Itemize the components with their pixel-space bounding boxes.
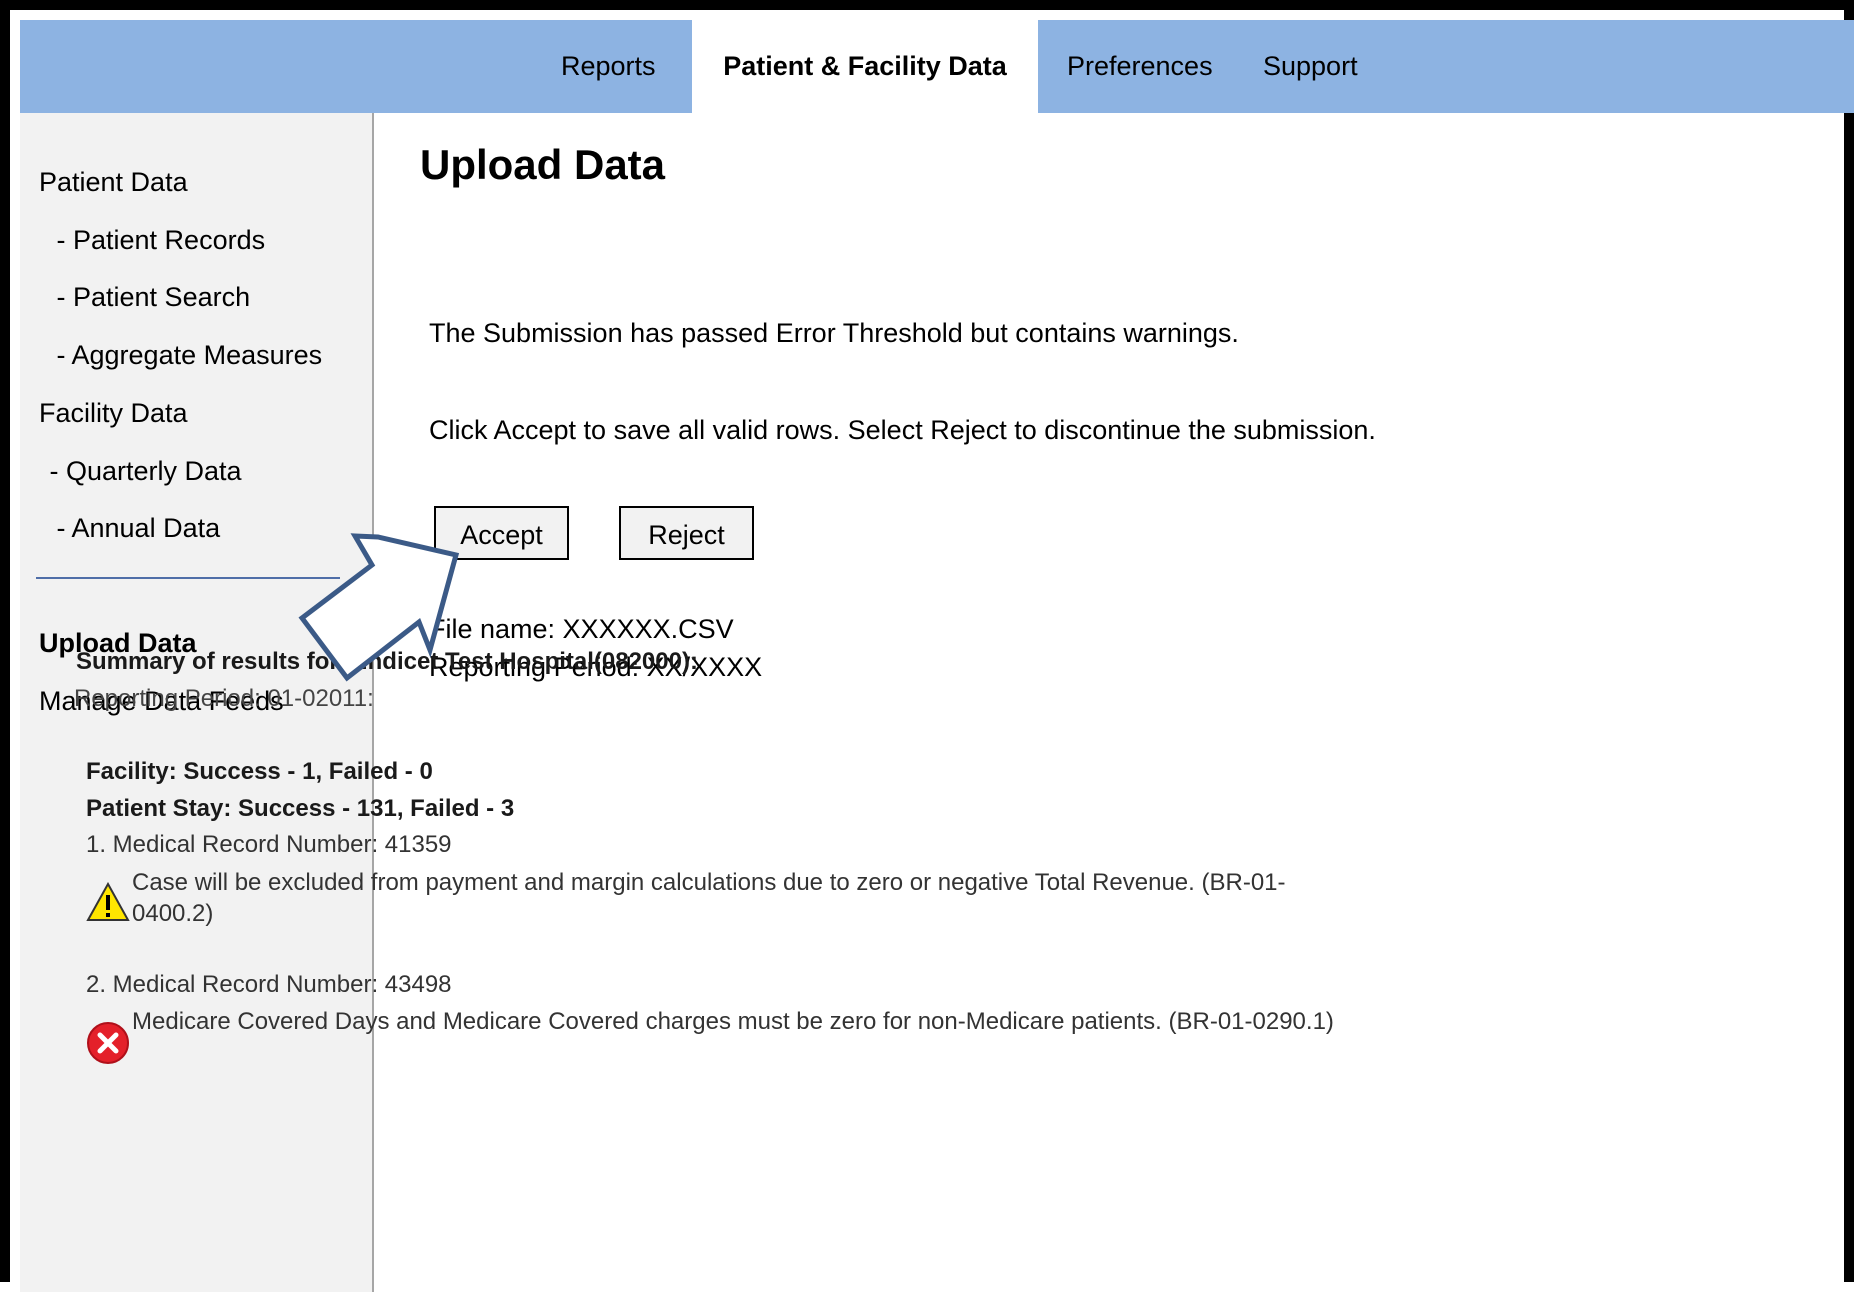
record-2-number: 2. Medical Record Number: 43498	[86, 971, 452, 998]
sidebar-divider	[36, 577, 340, 579]
top-nav-bar: Reports Patient & Facility Data Preferen…	[20, 20, 1854, 113]
instruction-message: Click Accept to save all valid rows. Sel…	[429, 415, 1376, 445]
record-1-number: 1. Medical Record Number: 41359	[86, 831, 452, 858]
main-content: Upload Data The Submission has passed Er…	[374, 113, 1854, 1292]
tab-preferences[interactable]: Preferences	[1067, 20, 1213, 113]
tab-patient-facility-data[interactable]: Patient & Facility Data	[692, 20, 1038, 113]
facility-count: Facility: Success - 1, Failed - 0	[86, 758, 433, 785]
patient-stay-count: Patient Stay: Success - 131, Failed - 3	[86, 795, 515, 822]
summary-title: Summary of results for Vindicet Test Hos…	[76, 648, 698, 675]
sidebar-item-aggregate-measures[interactable]: - Aggregate Measures	[49, 340, 323, 371]
file-name: File name: XXXXXX.CSV	[429, 614, 734, 644]
warning-icon	[86, 881, 130, 927]
reject-button[interactable]: Reject	[619, 506, 754, 560]
accept-button[interactable]: Accept	[434, 506, 569, 560]
sidebar-item-patient-records[interactable]: - Patient Records	[49, 225, 266, 256]
summary-period: Reporting Period: 01-02011:	[74, 685, 374, 712]
sidebar-item-patient-search[interactable]: - Patient Search	[49, 282, 251, 313]
issue-2-text: Medicare Covered Days and Medicare Cover…	[132, 1008, 1334, 1035]
tab-support[interactable]: Support	[1263, 20, 1358, 113]
sidebar-item-quarterly-data[interactable]: - Quarterly Data	[42, 456, 242, 487]
page-title: Upload Data	[420, 141, 666, 188]
tab-reports[interactable]: Reports	[561, 20, 656, 113]
sidebar-item-patient-data[interactable]: Patient Data	[39, 167, 188, 198]
sidebar-item-facility-data[interactable]: Facility Data	[39, 398, 188, 429]
error-icon	[86, 1021, 130, 1070]
issue-1-text: Case will be excluded from payment and m…	[132, 869, 1286, 927]
status-message: The Submission has passed Error Threshol…	[429, 318, 1239, 348]
sidebar-item-annual-data[interactable]: - Annual Data	[49, 513, 221, 544]
page-frame: Reports Patient & Facility Data Preferen…	[0, 0, 1854, 1292]
